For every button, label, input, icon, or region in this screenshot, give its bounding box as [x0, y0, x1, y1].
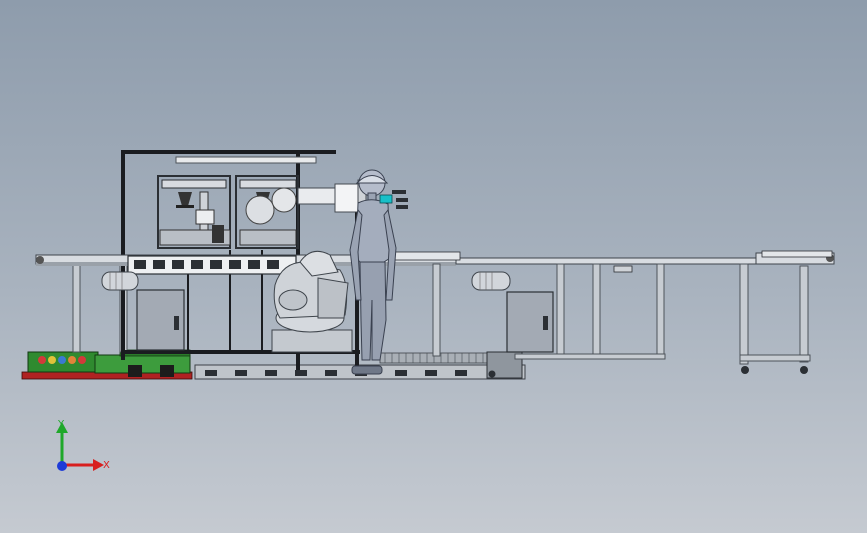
motor-right — [471, 271, 511, 291]
triad-y-label: Y — [57, 419, 65, 430]
overhead-light — [175, 156, 317, 164]
control-cabinet-right — [506, 291, 554, 353]
coordinate-triad: Y X — [56, 419, 110, 471]
workstation-left — [157, 175, 231, 249]
triad-z-origin — [57, 461, 67, 471]
caster-wheels — [488, 366, 808, 378]
gripper-arm-upper — [297, 179, 367, 217]
roller-panel — [127, 255, 297, 275]
control-cabinet-left — [136, 289, 185, 351]
triad-x-label: X — [103, 460, 110, 471]
motor-left — [101, 271, 139, 291]
workstation-right — [235, 175, 299, 249]
material-cart — [21, 349, 193, 380]
cad-viewport[interactable]: Y X — [0, 0, 867, 533]
